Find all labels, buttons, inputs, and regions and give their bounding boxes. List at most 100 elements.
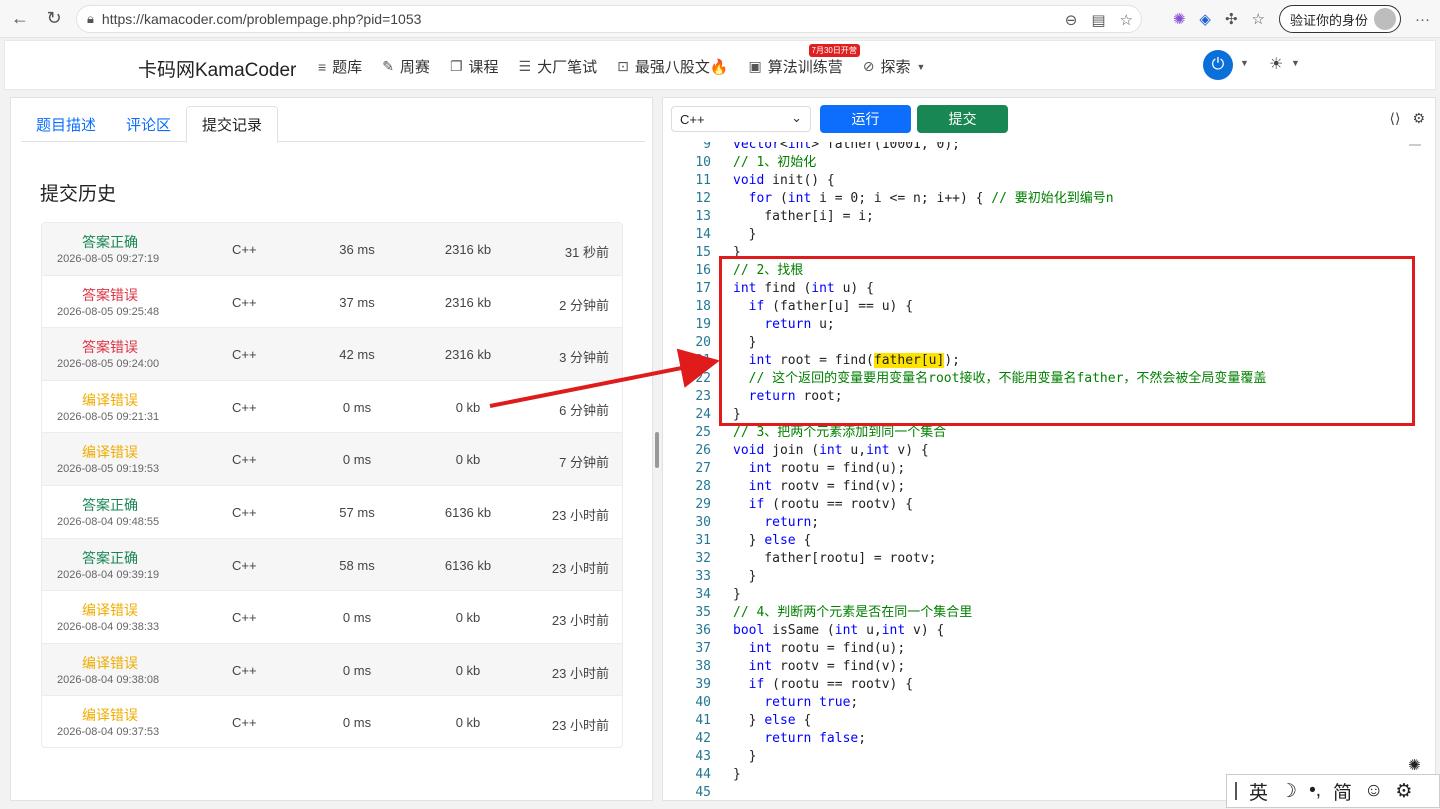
nav-item-1[interactable]: ✎ 周赛 xyxy=(382,56,430,77)
code-text: return root; xyxy=(748,389,843,404)
editor-scrollbar[interactable] xyxy=(1409,144,1421,146)
reader-icon[interactable]: ▤ xyxy=(1091,11,1105,29)
nav-item-5[interactable]: ▣ 算法训练营 7月30日开营 xyxy=(749,44,860,77)
ime-item[interactable]: ☽ xyxy=(1280,780,1297,803)
tab-submissions[interactable]: 提交记录 xyxy=(186,106,279,143)
submit-button[interactable]: 提交 xyxy=(917,105,1008,133)
address-bar[interactable]: 🔒︎ https://kamacoder.com/problempage.php… xyxy=(76,5,1142,33)
code-editor[interactable]: 9 vector<int> father(10001, 0); 10 // 1、初始化… xyxy=(663,142,1435,800)
code-text: int rootv = find(v); xyxy=(748,659,906,674)
more-menu-icon[interactable]: ··· xyxy=(1415,11,1430,28)
line-number: 11 xyxy=(695,173,711,188)
tab-description[interactable]: 题目描述 xyxy=(21,106,111,142)
code-text: // 这个返回的变量要用变量名root接收，不能用变量名father，不然会被全… xyxy=(748,371,1267,386)
submission-status[interactable]: 编译错误 xyxy=(82,653,138,673)
submission-date: 2026-08-05 09:21:31 xyxy=(57,410,160,423)
code-line: 36 bool isSame (int u,int v) { xyxy=(663,622,1423,640)
submission-language: C++ xyxy=(232,715,257,731)
code-text: if (rootu == rootv) { xyxy=(748,677,914,692)
back-icon[interactable]: ← xyxy=(6,5,34,33)
site-brand[interactable]: 卡码网KamaCoder xyxy=(138,55,296,82)
line-number: 32 xyxy=(695,551,711,566)
submission-row[interactable]: 答案正确 2026-08-04 09:39:19 C++ 58 ms 6136 kb 23… xyxy=(42,538,622,592)
submission-row[interactable]: 编译错误 2026-08-04 09:38:33 C++ 0 ms 0 kb 23 小时前 xyxy=(42,591,622,644)
submission-row[interactable]: 答案错误 2026-08-05 09:25:48 C++ 37 ms 2316 kb 2 … xyxy=(42,276,622,329)
submission-row[interactable]: 答案错误 2026-08-05 09:24:00 C++ 42 ms 2316 kb 3 … xyxy=(42,328,622,381)
zoom-icon[interactable]: ⊖ xyxy=(1065,11,1078,29)
ime-item[interactable]: 英 xyxy=(1249,778,1268,805)
code-line: 20 } xyxy=(663,334,1423,352)
favorites-icon[interactable]: ☆ xyxy=(1252,10,1265,28)
code-text: // 2、找根 xyxy=(733,263,804,278)
submission-status[interactable]: 答案错误 xyxy=(82,337,138,357)
line-number: 15 xyxy=(695,245,711,260)
submission-memory: 0 kb xyxy=(455,452,481,468)
code-line: 18 if (father[u] == u) { xyxy=(663,298,1423,316)
favorite-star-icon[interactable]: ☆ xyxy=(1120,11,1133,29)
power-icon[interactable]: ⏻ xyxy=(1203,50,1233,80)
code-text: int rootv = find(v); xyxy=(748,479,906,494)
line-number: 44 xyxy=(695,767,711,782)
language-select[interactable]: C++ ⌄ xyxy=(671,106,811,132)
submission-status[interactable]: 答案正确 xyxy=(82,495,138,515)
code-line: 9 vector<int> father(10001, 0); xyxy=(663,142,1423,154)
tab-comments[interactable]: 评论区 xyxy=(111,106,186,142)
nav-item-4[interactable]: ⊡ 最强八股文🔥 xyxy=(617,56,728,77)
site-navbar: 卡码网KamaCoder ≡ 题库 ✎ 周赛 ❐ 课程 ☰ 大厂笔试 ⊡ 最强八股文🔥 ▣ 算法训练营… xyxy=(4,40,1436,90)
ime-item[interactable]: 简 xyxy=(1333,778,1352,805)
line-number: 34 xyxy=(695,587,711,602)
submission-status[interactable]: 答案正确 xyxy=(82,548,138,568)
code-line: 33 } xyxy=(663,568,1423,586)
submission-status[interactable]: 编译错误 xyxy=(82,442,138,462)
code-line: 23 return root; xyxy=(663,388,1423,406)
submission-row[interactable]: 编译错误 2026-08-05 09:21:31 C++ 0 ms 0 kb 6 分钟前 xyxy=(42,381,622,434)
nav-item-6[interactable]: ⊘ 探索 ▼ xyxy=(863,56,926,77)
chevron-down-icon: ⌄ xyxy=(791,110,802,125)
extension-icon[interactable]: ◈ xyxy=(1199,10,1211,28)
submission-status[interactable]: 答案错误 xyxy=(82,285,138,305)
submission-memory: 0 kb xyxy=(455,399,481,415)
submission-row[interactable]: 编译错误 2026-08-04 09:38:08 C++ 0 ms 0 kb 23 小时前 xyxy=(42,643,622,697)
panel-resize-handle[interactable] xyxy=(655,432,659,468)
submission-row[interactable]: 答案正确 2026-08-04 09:48:55 C++ 57 ms 6136 kb 23… xyxy=(42,486,622,539)
chevron-down-icon[interactable]: ▼ xyxy=(1291,58,1300,68)
code-text: return false; xyxy=(764,731,867,746)
code-text: } xyxy=(733,227,757,242)
submission-row[interactable]: 编译错误 2026-08-04 09:37:53 C++ 0 ms 0 kb 23 小时前 xyxy=(42,696,622,747)
submission-status[interactable]: 编译错误 xyxy=(82,705,138,725)
nav-item-0[interactable]: ≡ 题库 xyxy=(318,56,362,77)
copilot-icon[interactable]: ✺ xyxy=(1173,10,1186,28)
reload-icon[interactable]: ↻ xyxy=(40,5,68,33)
nav-item-3[interactable]: ☰ 大厂笔试 xyxy=(519,56,598,77)
submission-date: 2026-08-04 09:38:33 xyxy=(57,621,160,634)
puzzle-icon[interactable]: ✣ xyxy=(1225,10,1238,28)
code-line: 31 } else { xyxy=(663,532,1423,550)
code-line: 27 int rootu = find(u); xyxy=(663,460,1423,478)
submission-status[interactable]: 编译错误 xyxy=(82,600,138,620)
submission-memory: 2316 kb xyxy=(444,242,492,257)
nav-icon: ⊡ xyxy=(617,58,629,74)
line-number: 26 xyxy=(695,443,711,458)
copilot-floating-icon[interactable]: ✺ xyxy=(1408,756,1421,774)
ime-item[interactable]: ⚙ xyxy=(1395,780,1412,803)
nav-item-2[interactable]: ❐ 课程 xyxy=(450,56,499,77)
submission-age: 6 分钟前 xyxy=(559,402,609,418)
ime-item[interactable]: ☺ xyxy=(1364,780,1383,802)
submission-status[interactable]: 答案正确 xyxy=(82,232,138,252)
submission-memory: 2316 kb xyxy=(444,294,492,310)
chevron-down-icon[interactable]: ▼ xyxy=(1240,58,1249,68)
submission-memory: 6136 kb xyxy=(444,557,492,573)
ime-item[interactable]: •, xyxy=(1309,780,1321,802)
code-format-icon[interactable]: ⟨⟩ xyxy=(1390,110,1401,127)
submission-language: C++ xyxy=(232,662,257,678)
submission-row[interactable]: 编译错误 2026-08-05 09:19:53 C++ 0 ms 0 kb 7 分钟前 xyxy=(42,433,622,486)
submission-date: 2026-08-04 09:38:08 xyxy=(57,673,160,686)
code-text: int find (int u) { xyxy=(733,281,874,296)
theme-sun-icon[interactable]: ☀ xyxy=(1269,54,1283,74)
code-line: 14 } xyxy=(663,226,1423,244)
submission-status[interactable]: 编译错误 xyxy=(82,390,138,410)
settings-gear-icon[interactable]: ⚙ xyxy=(1412,110,1425,127)
profile-button[interactable]: 验证你的身份 xyxy=(1278,5,1401,33)
run-button[interactable]: 运行 xyxy=(820,105,911,133)
submission-row[interactable]: 答案正确 2026-08-05 09:27:19 C++ 36 ms 2316 kb 31… xyxy=(42,223,622,276)
